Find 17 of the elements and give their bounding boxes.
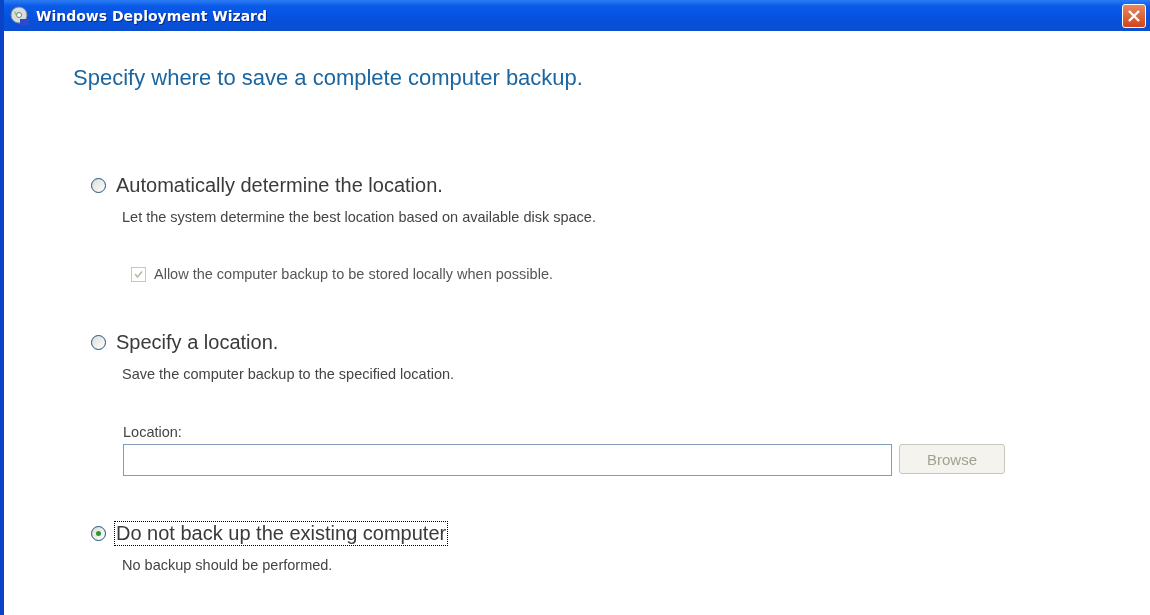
- radio-button[interactable]: [91, 335, 106, 350]
- checkbox-label: Allow the computer backup to be stored locally when possible.: [154, 266, 553, 282]
- option-label[interactable]: Specify a location.: [114, 330, 281, 355]
- radio-button[interactable]: [91, 178, 106, 193]
- check-icon: [134, 269, 143, 279]
- page-heading: Specify where to save a complete computer backup.: [73, 65, 584, 91]
- close-button[interactable]: [1122, 3, 1146, 28]
- option-description: No backup should be performed.: [122, 557, 334, 573]
- option-label[interactable]: Do not back up the existing computer: [114, 521, 449, 546]
- radio-button[interactable]: [91, 526, 106, 541]
- option-description: Save the computer backup to the specified location.: [122, 366, 456, 382]
- option-label[interactable]: Automatically determine the location.: [114, 173, 445, 198]
- disc-icon: [10, 5, 30, 26]
- option-description: Let the system determine the best location based on available disk space.: [122, 209, 597, 225]
- close-icon: [1127, 8, 1141, 23]
- window-title: Windows Deployment Wizard: [36, 7, 269, 24]
- field-label: Location:: [123, 424, 183, 440]
